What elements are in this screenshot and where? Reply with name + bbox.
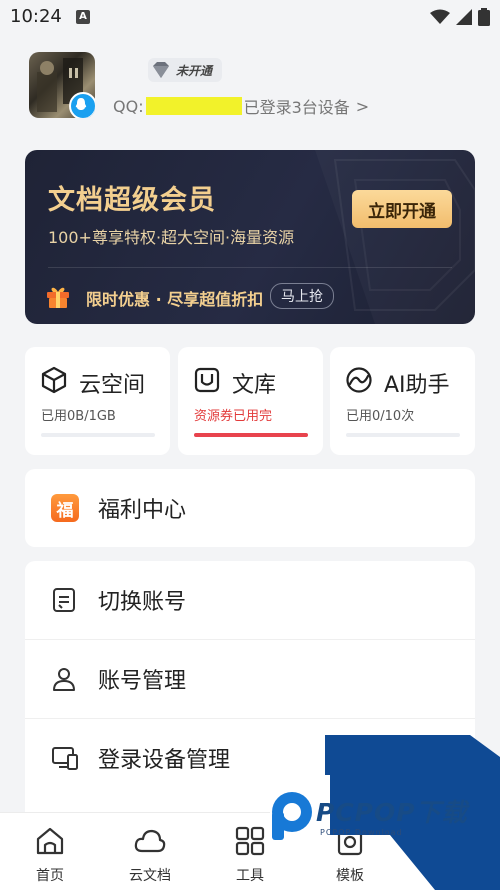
qq-number-redacted [145,97,242,115]
template-icon [337,826,363,856]
chevron-right-icon: > [355,96,370,116]
usage-progress-track [41,433,155,437]
feature-tile-cloud-space[interactable]: 云空间 已用0B/1GB [25,347,170,455]
welfare-card[interactable]: 福 福利中心 [25,469,475,547]
system-icons [430,8,490,26]
feature-usage: 已用0/10次 [346,409,415,424]
feature-name: 文库 [232,373,277,398]
feature-name: 云空间 [79,373,146,398]
nav-label: 云文档 [129,868,171,884]
menu-item-label: 切换账号 [98,590,187,615]
status-time: 10:24 [10,6,62,27]
library-icon [194,367,220,393]
usage-progress-track [346,433,460,437]
nav-home[interactable]: 首页 [0,813,100,891]
switch-account-icon [53,588,75,612]
qq-badge-icon [69,92,95,118]
welfare-center-row[interactable]: 福 福利中心 [25,469,475,547]
cube-icon [41,366,67,394]
grab-deal-button[interactable]: 马上抢 [270,283,334,309]
member-divider [48,267,452,268]
signal-icon [456,9,472,25]
feature-usage: 已用0B/1GB [41,409,116,424]
usage-progress-track [194,433,308,437]
avatar[interactable] [29,52,95,118]
vip-status-text: 未开通 [176,63,213,78]
tools-grid-icon [235,826,265,856]
member-subtitle: 100+尊享特权·超大空间·海量资源 [48,228,295,247]
ai-assistant-icon [346,367,372,393]
nav-cloud-docs[interactable]: 云文档 [100,813,200,891]
battery-icon [478,8,490,26]
menu-item-device-management[interactable]: 登录设备管理 已 [25,718,475,797]
member-title: 文档超级会员 [48,185,216,216]
menu-item-switch-account[interactable]: 切换账号 [25,561,475,639]
nav-templates[interactable]: 模板 [300,813,400,891]
menu-item-right-text: 已 [333,747,353,772]
welfare-icon: 福 [51,494,79,522]
member-card[interactable]: 文档超级会员 100+尊享特权·超大空间·海量资源 立即开通 限时优惠 · 尽享… [25,150,475,324]
menu-item-label: 登录设备管理 [98,748,231,773]
feature-name: AI助手 [384,373,450,398]
usage-progress-fill [194,433,308,437]
nav-label: 模板 [336,868,364,884]
devices-text: 已登录3台设备 [243,98,350,117]
cloud-icon [134,829,166,853]
open-membership-button[interactable]: 立即开通 [352,190,452,228]
status-bar: 10:24 A [0,0,500,36]
devices-icon [52,747,78,770]
gift-icon [47,287,69,308]
feature-tile-library[interactable]: 文库 资源券已用完 [178,347,323,455]
menu-item-label: 账号管理 [98,669,187,694]
account-menu-card: 切换账号 账号管理 登录设备管理 已 [25,561,475,821]
diamond-icon [153,62,169,78]
welfare-label: 福利中心 [98,498,187,523]
home-icon [36,827,64,855]
nav-tools[interactable]: 工具 [200,813,300,891]
a-notification-icon: A [76,10,90,24]
vip-status-badge[interactable]: 未开通 [148,58,222,82]
bottom-nav: 首页 云文档 工具 模板 [0,812,500,891]
wifi-icon [430,9,450,24]
qq-label: QQ: [113,96,144,116]
feature-tile-ai-assistant[interactable]: AI助手 已用0/10次 [330,347,475,455]
menu-item-account-management[interactable]: 账号管理 [25,639,475,718]
qq-account-line[interactable]: QQ: 已登录3台设备 > [113,94,369,118]
person-icon [53,668,75,691]
nav-label: 首页 [36,868,64,884]
feature-usage: 资源券已用完 [194,409,273,424]
nav-label: 工具 [236,868,264,884]
promo-text: 限时优惠 · 尽享超值折扣 [86,290,264,309]
